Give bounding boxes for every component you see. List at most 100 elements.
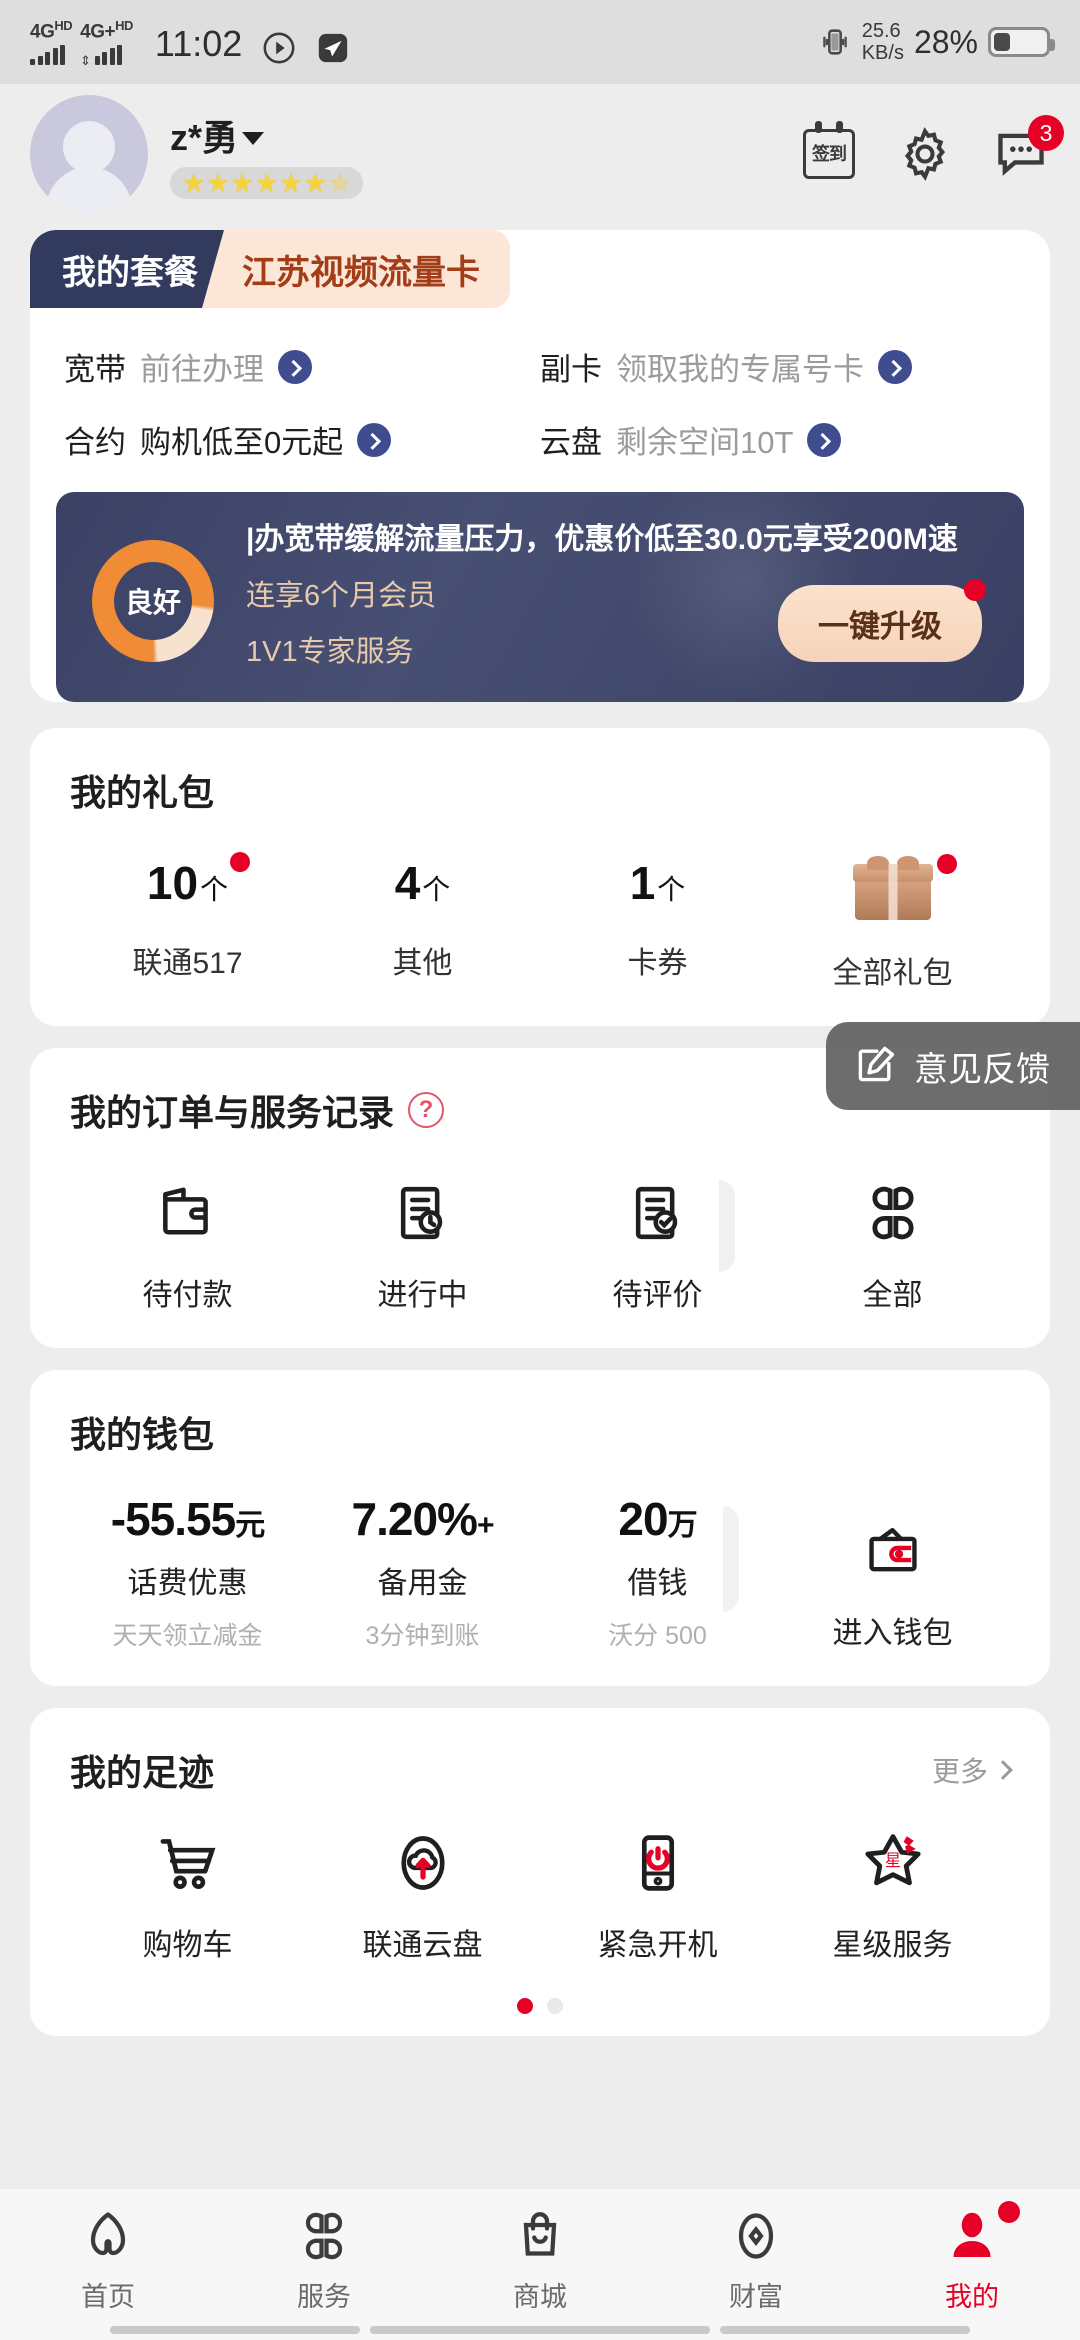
order-item-all[interactable]: 全部 [775,1176,1010,1314]
gift-count-unit: 个 [657,874,686,905]
carousel-dot-active[interactable] [517,1998,533,2014]
package-rows: 宽带 前往办理 副卡 领取我的专属号卡 合约 购机低至0元起 云盘 剩余空间10… [30,308,1050,482]
star-icon: ★ [279,168,303,198]
order-item-review[interactable]: 待评价 [540,1176,775,1314]
gift-item-all[interactable]: 全部礼包 [775,854,1010,992]
wallet-enter-label: 进入钱包 [832,1617,953,1650]
red-dot-badge [230,852,251,872]
order-item-inprogress[interactable]: 进行中 [305,1176,540,1314]
package-item-cloud[interactable]: 云盘 剩余空间10T [540,403,1016,476]
wallet-item-fee-discount[interactable]: -55.55元 话费优惠 天天领立减金 [70,1492,305,1652]
signin-label: 签到 [812,144,847,164]
chevron-right-icon[interactable] [878,349,912,384]
grid-four-icon [775,1176,1010,1250]
gift-count-number: 4 [394,857,421,909]
footprint-item-label: 紧急开机 [597,1929,718,1962]
gift-count-unit: 个 [200,874,229,905]
feedback-floating-button[interactable]: 意见反馈 [826,1022,1080,1110]
gift-count-number: 1 [629,857,656,909]
footprint-item-star-service[interactable]: 星 星级服务 [775,1826,1010,1964]
tab-jiangsu-video-card[interactable]: 江苏视频流量卡 [200,230,510,308]
gift-all-label: 全部礼包 [832,957,953,990]
vibration-icon [818,25,852,59]
messages-button[interactable]: 3 [992,115,1064,183]
package-item-contract[interactable]: 合约 购机低至0元起 [64,403,540,476]
gift-card: 我的礼包 10 个 联通517 4个 其他 1个 卡券 全部礼包 [30,728,1050,1026]
nav-item-label: 我的 [945,2282,999,2312]
feedback-label: 意见反馈 [914,1050,1050,1089]
footprint-more-button[interactable]: 更多 [932,1750,1010,1790]
package-item-value: 购机低至0元起 [140,425,344,460]
wallet-value: -55.55元 [70,1492,305,1546]
gift-item-other[interactable]: 4个 其他 [305,856,540,982]
footprint-item-cloud[interactable]: 联通云盘 [305,1826,540,1964]
network-type-2: 4G+HD [80,19,133,41]
package-item-broadband[interactable]: 宽带 前往办理 [64,330,540,403]
doc-clock-icon [305,1176,540,1250]
wallet-number: 20 [618,1493,668,1545]
nav-item-mine[interactable]: 我的 [864,2201,1080,2314]
package-item-subcard[interactable]: 副卡 领取我的专属号卡 [540,330,1016,403]
gift-item-label: 卡券 [627,947,688,980]
nav-item-home[interactable]: 首页 [0,2203,216,2314]
carousel-dot[interactable] [547,1998,563,2014]
username-row[interactable]: z*勇 [170,109,363,161]
doc-check-icon [540,1176,775,1250]
gear-icon [896,125,954,183]
nav-item-service[interactable]: 服务 [216,2203,432,2314]
gift-item-coupon[interactable]: 1个 卡券 [540,856,775,982]
gift-box-icon [852,854,957,920]
nav-item-label: 财富 [729,2282,783,2312]
coin-icon [648,2203,864,2269]
order-item-unpaid[interactable]: 待付款 [70,1176,305,1314]
wallet-label: 借钱 [627,1567,688,1600]
play-circle-icon [262,31,296,65]
signal-bars-2: ⇕ [80,44,129,67]
gift-item-unicom517[interactable]: 10 个 联通517 [70,852,305,982]
edit-feedback-icon [852,1042,900,1090]
footprint-title-text: 我的足迹 [70,1752,215,1793]
wallet-grid: -55.55元 话费优惠 天天领立减金 7.20%+ 备用金 3分钟到账 20万… [70,1492,1010,1652]
upgrade-button-label: 一键升级 [818,609,942,644]
svg-text:星: 星 [884,1851,900,1870]
star-level-badge[interactable]: ★ ★ ★ ★ ★ ★ ★ [170,167,364,199]
chevron-right-icon[interactable] [357,422,392,457]
nav-item-mall[interactable]: 商城 [432,2203,648,2314]
network-type-1-label: 4G [30,21,55,43]
chevron-right-icon[interactable] [278,349,312,384]
promo-banner[interactable]: 良好 |办宽带缓解流量压力，优惠价低至30.0元享受200M速 连享6个月会员 … [56,492,1024,702]
signal-bars-1 [30,44,65,65]
package-item-label: 云盘 [540,425,602,460]
status-bar: 4GHD 4G+HD ⇕ 11:02 25.6 KB/s 28% [0,0,1080,84]
wallet-item-reserve[interactable]: 7.20%+ 备用金 3分钟到账 [305,1492,540,1652]
wallet-sublabel: 天天领立减金 [112,1622,263,1650]
gauge-label: 良好 [124,587,181,618]
network-type-2-label: 4G+ [80,21,116,43]
footprint-item-label: 购物车 [142,1929,233,1962]
gift-item-label: 其他 [392,947,453,980]
order-item-label: 全部 [862,1279,923,1312]
footprint-item-emergency-power[interactable]: 紧急开机 [540,1826,775,1964]
user-icon [864,2203,1080,2269]
chevron-down-icon[interactable] [242,131,265,145]
help-icon[interactable]: ? [408,1092,445,1128]
package-item-label: 副卡 [540,352,602,387]
wallet-number: -55.55 [110,1493,236,1545]
gesture-bar[interactable] [0,2326,1080,2334]
chevron-right-icon[interactable] [807,422,842,457]
cloud-upload-icon [305,1826,540,1900]
footprint-item-cart[interactable]: 购物车 [70,1826,305,1964]
tab-my-package[interactable]: 我的套餐 [30,230,224,308]
nav-item-wealth[interactable]: 财富 [648,2203,864,2314]
signin-button[interactable]: 签到 [800,121,858,183]
wallet-item-loan[interactable]: 20万 借钱 沃分 500 [540,1492,775,1652]
battery-icon [988,27,1055,57]
wallet-unit: 元 [235,1509,265,1542]
network-type-1: 4GHD [30,19,73,43]
gift-count-unit: 个 [422,874,451,905]
wallet-item-enter[interactable]: 进入钱包 [775,1492,1010,1652]
avatar[interactable] [30,95,148,213]
upgrade-button[interactable]: 一键升级 [778,579,986,662]
settings-button[interactable] [896,125,954,183]
shopping-cart-icon [70,1826,305,1900]
